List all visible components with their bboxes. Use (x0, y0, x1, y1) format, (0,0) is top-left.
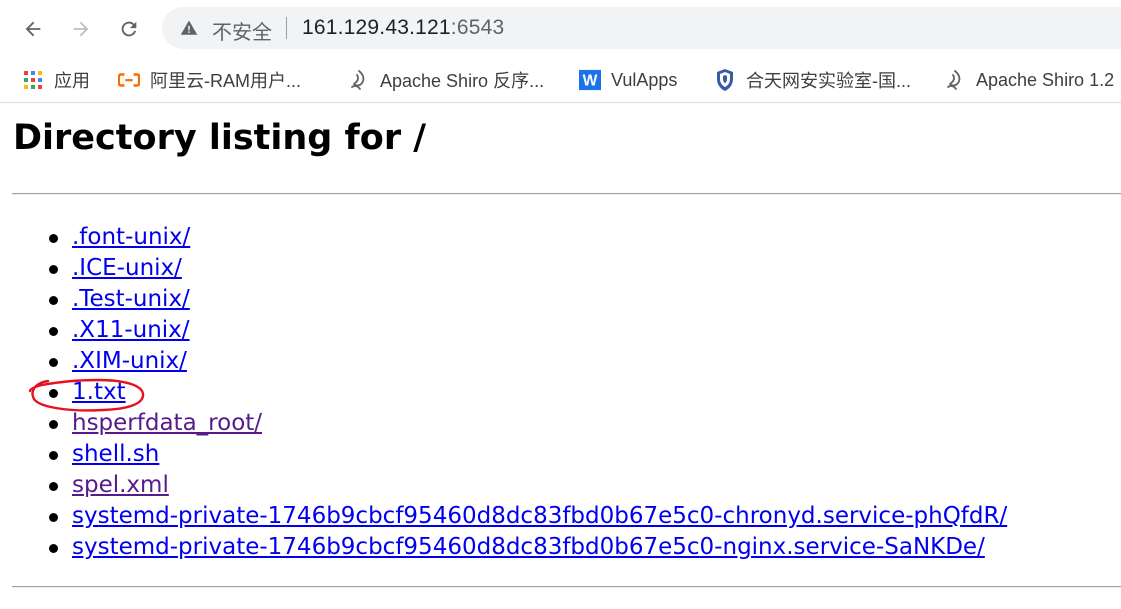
bookmark-label: 应用 (54, 71, 90, 91)
reload-icon (121, 21, 137, 37)
file-link[interactable]: .Test-unix/ (72, 286, 190, 312)
list-item: shell.sh (0, 439, 1007, 470)
file-link[interactable]: systemd-private-1746b9cbcf95460d8dc83fbd… (72, 503, 1007, 529)
url-port: :6543 (450, 16, 505, 39)
list-item: spel.xml (0, 470, 1007, 501)
bookmark-label: 合天网安实验室-国... (746, 71, 911, 91)
apps-grid-icon (22, 69, 44, 91)
address-bar[interactable]: 不安全 161.129.43.121:6543 (162, 7, 1121, 49)
list-item: systemd-private-1746b9cbcf95460d8dc83fbd… (0, 501, 1007, 532)
list-item: .XIM-unix/ (0, 346, 1007, 377)
address-divider (286, 17, 287, 39)
bookmark-vulapps[interactable]: W VulApps (579, 66, 677, 94)
bookmark-apps[interactable]: 应用 (22, 66, 90, 94)
file-link[interactable]: hsperfdata_root/ (72, 410, 262, 436)
list-item: .ICE-unix/ (0, 253, 1007, 284)
bookmark-aliyun-ram[interactable]: 阿里云-RAM用户... (118, 66, 301, 94)
bookmark-label: Apache Shiro 反序... (380, 71, 545, 91)
list-item: systemd-private-1746b9cbcf95460d8dc83fbd… (0, 532, 1007, 563)
shield-icon (714, 69, 736, 91)
list-item: hsperfdata_root/ (0, 408, 1007, 439)
not-secure-warning-icon[interactable] (180, 19, 198, 37)
file-link[interactable]: 1.txt (72, 379, 126, 405)
file-link[interactable]: systemd-private-1746b9cbcf95460d8dc83fbd… (72, 534, 985, 560)
list-item: .font-unix/ (0, 222, 1007, 253)
bookmark-apache-shiro-1[interactable]: Apache Shiro 反序... (348, 66, 544, 94)
bookmark-site-icon (944, 69, 966, 91)
file-link[interactable]: .X11-unix/ (72, 317, 190, 343)
reload-button[interactable] (113, 13, 145, 45)
bookmark-label: VulApps (611, 69, 678, 90)
bookmark-apache-shiro-2[interactable]: Apache Shiro 1.2 (944, 66, 1114, 94)
back-button[interactable] (17, 13, 49, 45)
divider-top (12, 193, 1121, 195)
file-link[interactable]: .ICE-unix/ (72, 255, 182, 281)
aliyun-icon (118, 69, 140, 91)
file-link[interactable]: shell.sh (72, 441, 159, 467)
file-link[interactable]: .font-unix/ (72, 224, 190, 250)
list-item: .Test-unix/ (0, 284, 1007, 315)
security-label[interactable]: 不安全 (212, 16, 272, 45)
arrow-left-icon (25, 21, 41, 37)
list-item: .X11-unix/ (0, 315, 1007, 346)
vulapps-w-icon: W (579, 69, 601, 91)
bookmark-hetian-lab[interactable]: 合天网安实验室-国... (714, 66, 911, 94)
list-item: 1.txt (0, 377, 1007, 408)
url-host: 161.129.43.121 (302, 16, 451, 39)
bookmarks-bar: 应用 阿里云-RAM用户... Apache Shiro 反序... W Vul… (0, 58, 1121, 103)
bookmark-label: 阿里云-RAM用户... (150, 71, 301, 91)
file-link[interactable]: spel.xml (72, 472, 169, 498)
forward-button[interactable] (65, 13, 97, 45)
directory-listing: .font-unix/ .ICE-unix/ .Test-unix/ .X11-… (0, 222, 1007, 563)
page-title: Directory listing for / (13, 118, 427, 158)
url-text[interactable]: 161.129.43.121:6543 (302, 16, 504, 40)
browser-toolbar: 不安全 161.129.43.121:6543 (0, 0, 1121, 58)
file-link[interactable]: .XIM-unix/ (72, 348, 187, 374)
divider-bottom (12, 586, 1121, 588)
bookmark-site-icon (348, 69, 370, 91)
bookmark-label: Apache Shiro 1.2 (976, 69, 1115, 90)
arrow-right-icon (73, 21, 89, 37)
svg-text:W: W (583, 73, 598, 90)
